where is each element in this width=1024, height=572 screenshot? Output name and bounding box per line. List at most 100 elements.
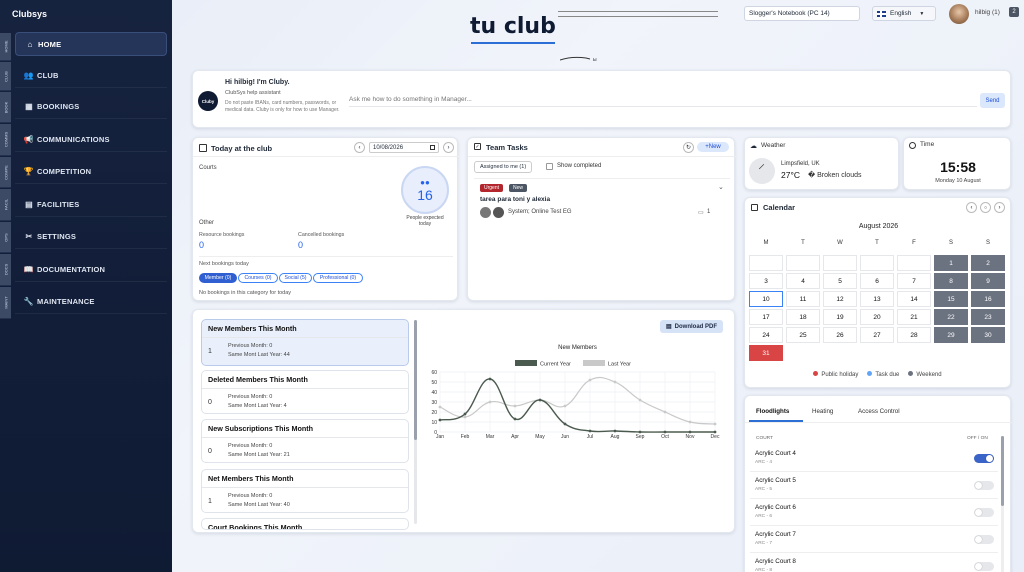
calendar-day[interactable]: 7 (897, 273, 931, 289)
calendar-day[interactable]: 21 (897, 309, 931, 325)
facilities-scrollbar[interactable] (1001, 436, 1004, 572)
sidebar-item-competition[interactable]: 🏆 COMPETITION (15, 160, 167, 184)
calendar-day[interactable]: 12 (823, 291, 857, 307)
next-day-button[interactable]: › (443, 142, 454, 153)
tab-access-control[interactable]: Access Control (858, 408, 900, 415)
next-month-button[interactable]: › (994, 202, 1005, 213)
prev-month-button[interactable]: ‹ (966, 202, 977, 213)
user-name[interactable]: hilbig (1) (975, 9, 1000, 16)
calendar-day[interactable]: 8 (934, 273, 968, 289)
chart-point (563, 422, 567, 426)
metric-card[interactable]: Deleted Members This Month 0 Previous Mont… (201, 370, 409, 414)
floodlight-toggle[interactable] (974, 508, 994, 517)
sidebar-item-maintenance[interactable]: 🔧 MAINTENANCE (15, 290, 167, 314)
filter-social[interactable]: Social (5) (279, 273, 312, 283)
new-task-button[interactable]: + New (697, 142, 729, 152)
club-select[interactable]: Slogger's Notebook (PC 14) (744, 6, 860, 21)
people-label: People expected today (406, 215, 444, 227)
calendar-day[interactable] (749, 255, 783, 271)
download-pdf-button[interactable]: ▤ Download PDF (660, 320, 723, 333)
filter-courses[interactable]: Courses (0) (238, 273, 278, 283)
calendar-day[interactable]: 24 (749, 327, 783, 343)
sidebar-item-label: HOME (38, 39, 62, 49)
calendar-day[interactable]: 26 (823, 327, 857, 343)
calendar-day[interactable]: 5 (823, 273, 857, 289)
next-bookings-label: Next bookings today (199, 261, 249, 267)
cluby-input[interactable] (349, 93, 977, 107)
metric-card[interactable]: New Members This Month 1 Previous Month: 0… (201, 319, 409, 366)
calendar-day[interactable]: 25 (786, 327, 820, 343)
metric-card[interactable]: Net Members This Month 1 Previous Month: 0… (201, 469, 409, 513)
calendar-day[interactable]: 6 (860, 273, 894, 289)
tab-floodlights[interactable]: Floodlights (756, 408, 789, 415)
calendar-day[interactable]: 31 (749, 345, 783, 361)
calendar-day[interactable]: 14 (897, 291, 931, 307)
calendar-day[interactable]: 17 (749, 309, 783, 325)
filter-professional[interactable]: Professional (0) (313, 273, 363, 283)
sidebar-tab-book[interactable]: BOOK (0, 92, 11, 123)
metric-card[interactable]: New Subscriptions This Month 0 Previous Mo… (201, 419, 409, 463)
today-button[interactable]: ○ (980, 202, 991, 213)
calendar-day[interactable]: 22 (934, 309, 968, 325)
tab-heating[interactable]: Heating (812, 408, 833, 415)
calendar-day[interactable]: 11 (786, 291, 820, 307)
sidebar-tab-docs[interactable]: DOCS (0, 254, 11, 286)
calendar-day[interactable] (786, 255, 820, 271)
floodlight-toggle[interactable] (974, 454, 994, 463)
chart-point (538, 398, 542, 402)
sidebar-item-home[interactable]: ⌂ HOME (15, 32, 167, 56)
floodlight-toggle[interactable] (974, 535, 994, 544)
sidebar-item-documentation[interactable]: 📖 DOCUMENTATION (15, 258, 167, 282)
calendar-day[interactable]: 2 (971, 255, 1005, 271)
sidebar-tab-ops[interactable]: OPS (0, 222, 11, 253)
floodlight-toggle[interactable] (974, 562, 994, 571)
sidebar-tab-compe[interactable]: COMPE (0, 157, 11, 188)
calendar-day[interactable]: 23 (971, 309, 1005, 325)
sidebar-item-club[interactable]: 👥 CLUB (15, 64, 167, 88)
sidebar-item-facilities[interactable]: ▤ FACILITIES (15, 193, 167, 217)
calendar-day[interactable]: 30 (971, 327, 1005, 343)
sidebar-tab-maint[interactable]: MAINT (0, 287, 11, 319)
calendar-day[interactable]: 18 (786, 309, 820, 325)
show-completed-checkbox[interactable] (546, 163, 553, 170)
calendar-day[interactable] (823, 255, 857, 271)
sidebar-item-communications[interactable]: 📢 COMMUNICATIONS (15, 128, 167, 152)
sidebar-tab-comms[interactable]: COMMS (0, 124, 11, 156)
calendar-day[interactable]: 9 (971, 273, 1005, 289)
prev-day-button[interactable]: ‹ (354, 142, 365, 153)
send-button[interactable]: Send (980, 93, 1005, 108)
floodlight-toggle[interactable] (974, 481, 994, 490)
calendar-day[interactable]: 19 (823, 309, 857, 325)
people-expected-circle[interactable]: ●● 16 (401, 166, 449, 214)
metric-card[interactable]: Court Bookings This Month (201, 518, 409, 530)
filter-member[interactable]: Member (0) (199, 273, 237, 283)
calendar-day[interactable] (860, 255, 894, 271)
calendar-day[interactable]: 3 (749, 273, 783, 289)
sidebar-item-bookings[interactable]: ▦ BOOKINGS (15, 95, 167, 119)
assigned-filter[interactable]: Assigned to me (1) (474, 161, 533, 173)
calendar-day[interactable]: 27 (860, 327, 894, 343)
calendar-day[interactable]: 20 (860, 309, 894, 325)
user-avatar[interactable] (949, 4, 969, 24)
date-input[interactable]: 10/08/2026 (369, 142, 439, 153)
sidebar-tab-club[interactable]: CLUB (0, 62, 11, 91)
calendar-day[interactable]: 10 (749, 291, 783, 307)
calendar-day[interactable]: 28 (897, 327, 931, 343)
sidebar-tab-facil[interactable]: FACIL (0, 189, 11, 221)
calendar-day[interactable]: 4 (786, 273, 820, 289)
calendar-day[interactable] (897, 255, 931, 271)
sidebar-item-settings[interactable]: ✂ SETTINGS (15, 225, 167, 249)
calendar-day[interactable]: 29 (934, 327, 968, 343)
members-scrollbar[interactable] (414, 320, 417, 524)
language-select[interactable]: English ▼ (872, 6, 936, 21)
chart-point (588, 378, 592, 382)
calendar-day[interactable]: 13 (860, 291, 894, 307)
calendar-day[interactable]: 15 (934, 291, 968, 307)
notification-badge[interactable]: 2 (1009, 7, 1019, 17)
calendar-day[interactable]: 1 (934, 255, 968, 271)
collapse-chevron-icon[interactable]: ⌄ (718, 183, 724, 191)
calendar-day[interactable]: 16 (971, 291, 1005, 307)
task-item[interactable]: Urgent New ⌄ tarea para toni y alexia Sy… (474, 181, 730, 225)
sidebar-tab-home[interactable]: HOME (0, 33, 11, 61)
refresh-icon[interactable]: ↻ (683, 142, 694, 153)
